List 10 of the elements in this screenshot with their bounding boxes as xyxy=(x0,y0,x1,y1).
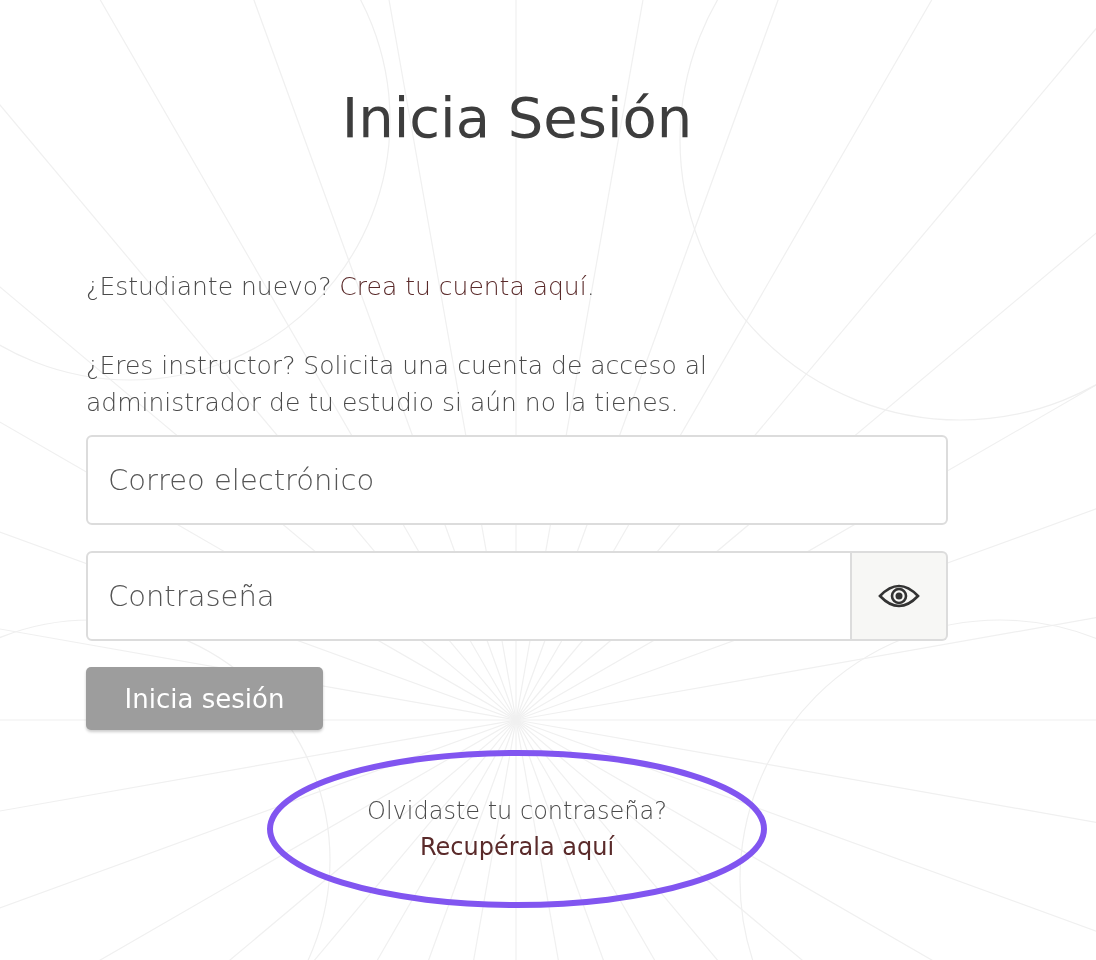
eye-icon xyxy=(878,582,920,610)
new-student-text: ¿Estudiante nuevo? Crea tu cuenta aquí. xyxy=(86,271,596,303)
forgot-password-text: Olvidaste tu contraseña? xyxy=(367,796,667,827)
create-account-link[interactable]: Crea tu cuenta aquí xyxy=(339,272,587,301)
password-field[interactable]: Contraseña xyxy=(86,551,852,641)
recover-password-link[interactable]: Recupérala aquí xyxy=(419,829,615,865)
show-password-button[interactable] xyxy=(852,551,948,641)
email-field[interactable]: Correo electrónico xyxy=(86,435,948,525)
instructor-note: ¿Eres instructor? Solicita una cuenta de acceso al administrador de tu estudio si aún no la tienes. xyxy=(86,350,708,419)
page-title: Inicia Sesión xyxy=(341,84,693,152)
